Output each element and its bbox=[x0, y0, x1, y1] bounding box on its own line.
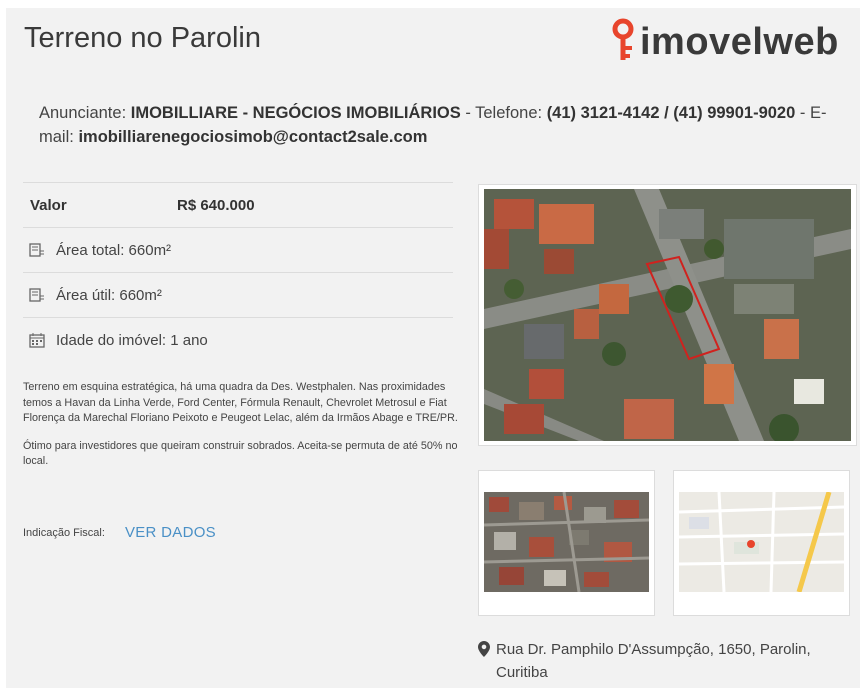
address-text: Rua Dr. Pamphilo D'Assumpção, 1650, Paro… bbox=[496, 641, 811, 681]
listing-card: Terreno no Parolin imovelweb Anunciante:… bbox=[6, 8, 860, 688]
advertiser-info: Anunciante: IMOBILLIARE - NEGÓCIOS IMOBI… bbox=[39, 101, 829, 149]
description: Terreno em esquina estratégica, há uma q… bbox=[23, 380, 461, 482]
main-photo[interactable] bbox=[478, 184, 857, 446]
price-value: R$ 640.000 bbox=[177, 196, 255, 214]
phone-label: - Telefone: bbox=[465, 104, 543, 122]
area-util: Área útil: 660m² bbox=[56, 286, 162, 304]
map-thumbnail-image bbox=[679, 492, 844, 592]
logo-text: imovelweb bbox=[640, 20, 839, 63]
specs-table: Valor R$ 640.000 Área total: 660m² Área … bbox=[23, 182, 453, 362]
calendar-icon bbox=[28, 331, 46, 349]
area-util-row: Área útil: 660m² bbox=[23, 272, 453, 317]
thumbnail-map[interactable] bbox=[673, 470, 850, 616]
address: Rua Dr. Pamphilo D'Assumpção, 1650, Paro… bbox=[478, 638, 848, 684]
key-icon bbox=[612, 18, 634, 60]
price-row: Valor R$ 640.000 bbox=[23, 182, 453, 227]
area-icon bbox=[28, 286, 46, 304]
description-paragraph: Ótimo para investidores que queiram cons… bbox=[23, 439, 458, 468]
location-pin-icon bbox=[478, 641, 490, 657]
idade-row: Idade do imóvel: 1 ano bbox=[23, 317, 453, 362]
area-icon bbox=[28, 241, 46, 259]
satellite-thumbnail-image bbox=[484, 492, 649, 592]
idade: Idade do imóvel: 1 ano bbox=[56, 331, 208, 349]
area-total-row: Área total: 660m² bbox=[23, 227, 453, 272]
fiscal-row: Indicação Fiscal: VER DADOS bbox=[23, 524, 216, 541]
thumbnail-satellite[interactable] bbox=[478, 470, 655, 616]
fiscal-label: Indicação Fiscal: bbox=[23, 526, 105, 539]
advertiser-label: Anunciante: bbox=[39, 104, 127, 122]
page-title: Terreno no Parolin bbox=[24, 22, 261, 54]
phone-value: (41) 3121-4142 / (41) 99901-9020 bbox=[546, 104, 796, 122]
imovelweb-logo[interactable]: imovelweb bbox=[610, 12, 839, 72]
advertiser-name: IMOBILLIARE - NEGÓCIOS IMOBILIÁRIOS bbox=[130, 104, 461, 122]
aerial-photo bbox=[484, 189, 851, 441]
email-value[interactable]: imobilliarenegociosimob@contact2sale.com bbox=[78, 128, 427, 146]
description-paragraph: Terreno em esquina estratégica, há uma q… bbox=[23, 381, 458, 424]
area-total: Área total: 660m² bbox=[56, 241, 172, 259]
price-label: Valor bbox=[30, 196, 67, 214]
ver-dados-link[interactable]: VER DADOS bbox=[125, 524, 216, 541]
